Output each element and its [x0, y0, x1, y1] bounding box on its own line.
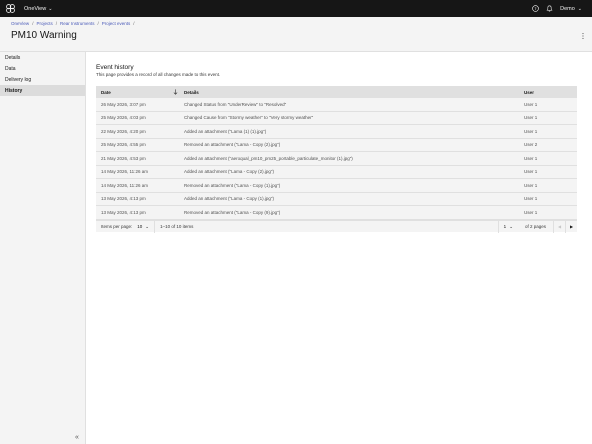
items-per-page-label: Items per page: [101, 224, 133, 229]
page-number-select[interactable]: 1 ⌄ [497, 220, 518, 233]
cell-user: User 1 [524, 155, 538, 161]
cell-user: User 1 [524, 115, 538, 121]
collapse-sidebar-icon[interactable]: « [73, 433, 81, 441]
breadcrumb-separator: / [133, 21, 135, 26]
sidebar-item-label: Data [5, 65, 16, 72]
help-icon[interactable]: ? [532, 5, 539, 12]
column-header-date[interactable]: Date [96, 90, 169, 95]
column-header-details: Details [184, 89, 199, 95]
section-description: This page provides a record of all chang… [96, 72, 221, 77]
overflow-menu-icon[interactable] [580, 32, 586, 40]
breadcrumb-project[interactable]: Rear Instruments [60, 21, 95, 26]
cell-date: 13 May 2026, 4:13 pm [101, 196, 146, 202]
table-row: 13 May 2026, 4:13 pm Removed an attachmen… [96, 206, 577, 220]
sidebar-item-label: Delivery log [5, 76, 32, 83]
column-header-user: User [524, 89, 535, 95]
cell-date: 13 May 2026, 4:13 pm [101, 209, 146, 215]
table-row: 21 May 2026, 4:53 pm Added an attachment … [96, 152, 577, 166]
sort-arrow-icon[interactable] [169, 89, 181, 95]
cell-details: Changed Cause from "Stormy weather" to "… [184, 115, 314, 121]
cell-date: 14 May 2026, 11:26 am [101, 182, 148, 188]
cell-details: Added an attachment ("Lama - Copy (2).jp… [184, 169, 274, 175]
current-page-value: 1 [503, 224, 507, 229]
breadcrumb-separator: / [32, 21, 34, 26]
top-bar: OneView ⌄ ? Demo ⌄ [0, 0, 592, 17]
breadcrumb: OneView / Projects / Rear Instruments / … [11, 21, 138, 26]
chevron-down-icon: ⌄ [509, 223, 513, 229]
cell-user: User 1 [524, 128, 538, 134]
table-row: 25 May 2026, 4:03 pm Changed Cause from "… [96, 111, 577, 125]
chevron-down-icon: ⌄ [145, 223, 150, 229]
divider [154, 220, 156, 233]
app-name: OneView [24, 5, 47, 12]
cell-user: User 1 [524, 182, 538, 188]
table-row: 13 May 2026, 4:13 pm Added an attachment … [96, 192, 577, 206]
table-row: 26 May 2026, 3:07 pm Changed Status from … [96, 98, 577, 112]
chevron-down-icon: ⌄ [48, 5, 53, 12]
user-name: Demo [560, 5, 575, 12]
event-history-table: Date Details User 26 May 2026, 3:07 pm Ch… [96, 86, 577, 220]
section-title: Event history [96, 64, 134, 71]
cell-date: 25 May 2026, 4:03 pm [101, 115, 146, 121]
previous-page-button[interactable]: ◀ [553, 220, 565, 233]
app-logo-glyph [6, 4, 15, 13]
breadcrumb-separator: / [97, 21, 99, 26]
breadcrumb-projects[interactable]: Projects [36, 21, 52, 26]
cell-details: Removed an attachment ("Lama - Copy (1).… [184, 182, 281, 188]
sidebar-item-details[interactable]: Details [0, 52, 85, 63]
cell-details: Removed an attachment ("Lama - Copy (2).… [184, 142, 281, 148]
table-row: 25 May 2026, 4:55 pm Removed an attachmen… [96, 138, 577, 152]
cell-details: Added an attachment ("aeroqual_pm10_pm25… [184, 155, 353, 161]
main-content: Event history This page provides a recor… [86, 52, 592, 444]
table-row: 14 May 2026, 11:26 am Added an attachment… [96, 165, 577, 179]
table-row: 22 May 2026, 4:20 pm Added an attachment … [96, 125, 577, 139]
cell-date: 26 May 2026, 3:07 pm [101, 101, 146, 107]
sidebar-item-history[interactable]: History [0, 85, 85, 96]
sidebar-item-data[interactable]: Data [0, 63, 85, 74]
item-range-text: 1–10 of 10 items [160, 224, 194, 229]
sidebar-item-label: Details [5, 54, 21, 61]
sidebar-item-label: History [5, 87, 23, 94]
cell-user: User 1 [524, 196, 538, 202]
cell-date: 14 May 2026, 11:26 am [101, 169, 148, 175]
total-pages-text: of 2 pages [524, 224, 546, 229]
app-switcher[interactable]: OneView ⌄ [24, 6, 52, 12]
breadcrumb-project-events[interactable]: Project events [102, 21, 131, 26]
page-title: PM10 Warning [11, 30, 77, 41]
table-body: 26 May 2026, 3:07 pm Changed Status from … [96, 98, 577, 220]
cell-user: User 1 [524, 101, 538, 107]
table-header-row: Date Details User [96, 86, 577, 98]
app-logo-icon[interactable] [0, 0, 21, 17]
cell-date: 22 May 2026, 4:20 pm [101, 128, 146, 134]
items-per-page-value: 10 [137, 224, 143, 229]
svg-text:?: ? [535, 6, 537, 11]
notification-icon[interactable] [546, 5, 553, 12]
sidebar-item-delivery-log[interactable]: Delivery log [0, 74, 85, 85]
user-menu[interactable]: Demo ⌄ [560, 6, 582, 12]
table-row: 14 May 2026, 11:26 am Removed an attachme… [96, 179, 577, 193]
breadcrumb-separator: / [55, 21, 57, 26]
cell-date: 21 May 2026, 4:53 pm [101, 155, 146, 161]
chevron-down-icon: ⌄ [577, 5, 582, 12]
items-per-page-select[interactable]: 10 ⌄ [137, 224, 149, 230]
cell-user: User 1 [524, 209, 538, 215]
cell-details: Removed an attachment ("Lama - Copy (9).… [184, 209, 281, 215]
breadcrumb-oneview[interactable]: OneView [11, 21, 29, 26]
cell-user: User 1 [524, 169, 538, 175]
pagination-bar: Items per page: 10 ⌄ 1–10 of 10 items 1 … [96, 220, 577, 233]
side-navigation: Details Data Delivery log History « [0, 52, 86, 444]
cell-details: Changed Status from "UnderReview" to "Re… [184, 101, 287, 107]
next-page-button[interactable]: ▶ [565, 220, 577, 233]
cell-user: User 2 [524, 142, 538, 148]
cell-details: Added an attachment ("Lama (1) (1).jpg") [184, 128, 267, 134]
cell-details: Added an attachment ("Lama - Copy (1).jp… [184, 196, 274, 202]
cell-date: 25 May 2026, 4:55 pm [101, 142, 146, 148]
page-header: OneView / Projects / Rear Instruments / … [0, 17, 592, 52]
